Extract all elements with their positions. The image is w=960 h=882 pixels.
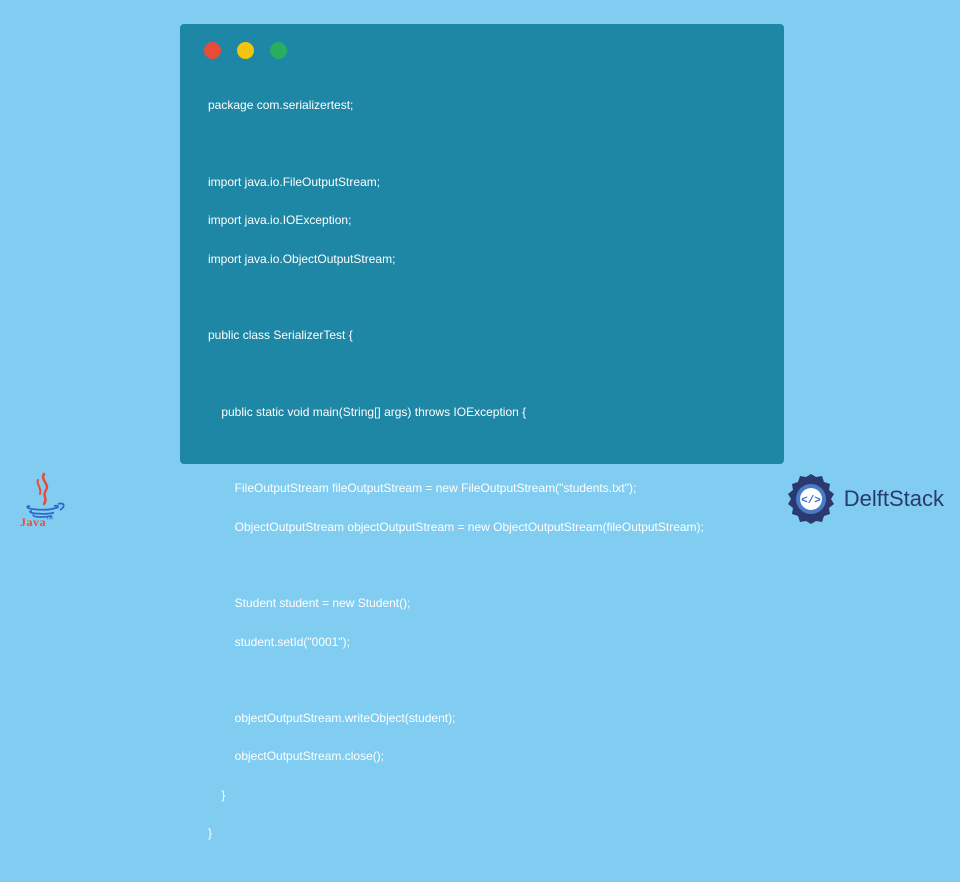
delftstack-label: DelftStack: [844, 486, 944, 512]
maximize-icon[interactable]: [270, 42, 287, 59]
minimize-icon[interactable]: [237, 42, 254, 59]
close-icon[interactable]: [204, 42, 221, 59]
code-line: objectOutputStream.close();: [208, 747, 760, 766]
code-line: objectOutputStream.writeObject(student);: [208, 709, 760, 728]
java-logo: Java™: [20, 470, 68, 530]
window-controls: [204, 42, 760, 59]
code-line: ObjectOutputStream objectOutputStream = …: [208, 518, 760, 537]
code-line: }: [208, 824, 760, 843]
delftstack-logo: </> DelftStack: [784, 472, 944, 526]
code-line: public static void main(String[] args) t…: [208, 403, 760, 422]
code-line: import java.io.ObjectOutputStream;: [208, 250, 760, 269]
gear-badge-icon: </>: [784, 472, 838, 526]
code-line: import java.io.FileOutputStream;: [208, 173, 760, 192]
code-line: student.setId("0001");: [208, 633, 760, 652]
code-line: import java.io.IOException;: [208, 211, 760, 230]
code-line: public class SerializerTest {: [208, 326, 760, 345]
code-line: Student student = new Student();: [208, 594, 760, 613]
svg-text:</>: </>: [801, 495, 821, 507]
code-block: package com.serializertest; import java.…: [204, 77, 760, 882]
code-line: package com.serializertest;: [208, 96, 760, 115]
java-label: Java™: [20, 515, 54, 530]
code-line: }: [208, 786, 760, 805]
code-window: package com.serializertest; import java.…: [180, 24, 784, 464]
code-line: FileOutputStream fileOutputStream = new …: [208, 479, 760, 498]
